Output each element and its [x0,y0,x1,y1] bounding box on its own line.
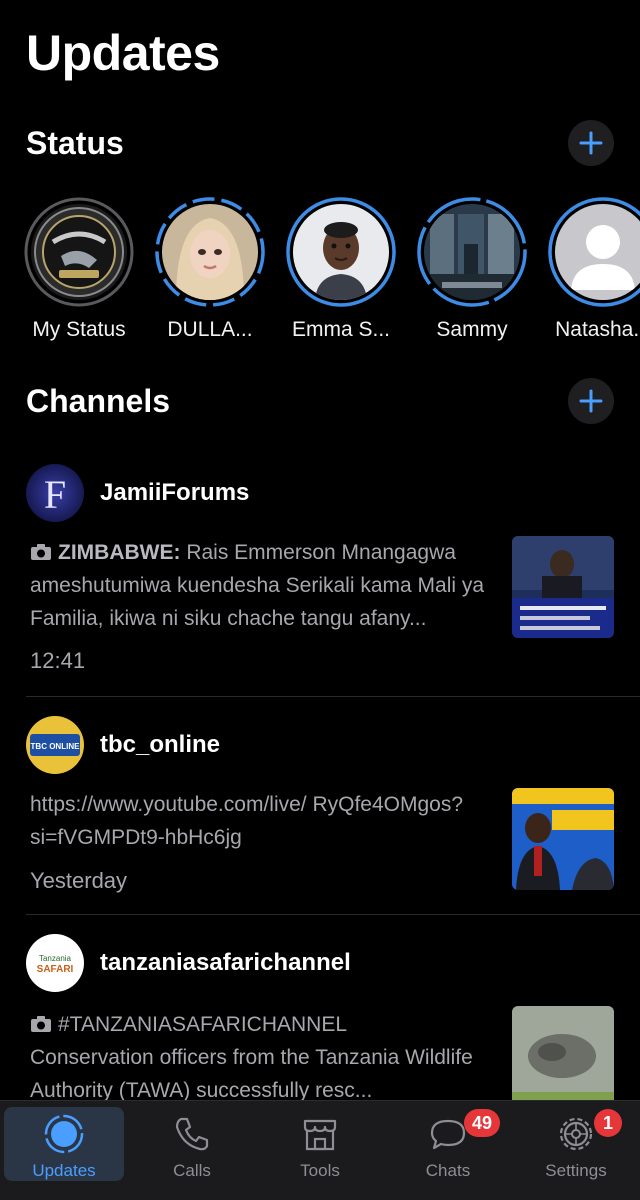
channel-item-tanzaniasafarichannel[interactable]: Tanzania SAFARI tanzaniasafarichannel #T… [0,934,640,1100]
status-name: My Status [32,318,126,341]
page-title: Updates [26,25,220,81]
status-item-dulla[interactable]: DULLA... [145,196,275,342]
divider [26,696,640,697]
channels-header: Channels [26,378,614,424]
phone-icon [175,1117,209,1151]
tab-label: Calls [173,1161,211,1180]
camera-icon [31,544,51,560]
chat-bubble-icon [430,1119,466,1150]
store-icon [303,1119,337,1151]
tab-settings[interactable]: 1 Settings [512,1101,640,1200]
add-status-button[interactable] [568,120,614,166]
channel-logo: Tanzania SAFARI [26,934,84,992]
status-name: Natasha... [555,318,640,341]
message-thumbnail [512,536,614,638]
svg-text:SAFARI: SAFARI [37,964,74,975]
channel-logo: TBC ONLINE [26,716,84,774]
avatar [555,204,640,300]
default-avatar-icon [555,204,640,300]
status-list: My Status DULLA... Emma S... Sammy Natas… [0,196,640,356]
tab-updates[interactable]: Updates [0,1101,128,1200]
add-channel-button[interactable] [568,378,614,424]
message-text: Conservation officers from the Tanzania … [30,1046,473,1100]
channel-message[interactable]: https://www.youtube.com/live/ RyQfe4OMgo… [30,788,490,854]
channel-message: ZIMBABWE: Rais Emmerson Mnangagwa ameshu… [30,536,500,635]
tab-chats[interactable]: 49 Chats [384,1101,512,1200]
status-name: Emma S... [291,318,391,341]
status-item-natasha[interactable]: Natasha... [538,196,640,342]
message-thumbnail [512,788,614,890]
status-item-my-status[interactable]: My Status [14,196,144,342]
svg-text:Tanzania: Tanzania [39,954,72,963]
avatar [293,204,389,300]
message-prefix: #TANZANIASAFARICHANNEL [58,1013,348,1036]
unread-badge: 49 [464,1109,501,1137]
avatar [162,204,258,300]
tab-label: Updates [32,1161,96,1180]
updates-icon [44,1114,84,1154]
channel-message: #TANZANIASAFARICHANNEL Conservation offic… [30,1008,500,1100]
plus-icon [579,131,603,155]
svg-text:TBC ONLINE: TBC ONLINE [31,742,81,751]
status-item-emma[interactable]: Emma S... [276,196,406,342]
status-header: Status [26,120,614,166]
channel-item-jamiiforums[interactable]: F JamiiForums ZIMBABWE: Rais Emmerson Mn… [0,464,640,696]
tab-label: Settings [545,1161,607,1180]
status-item-sammy[interactable]: Sammy [407,196,537,342]
status-name: DULLA... [167,318,253,341]
plus-icon [579,389,603,413]
tab-label: Chats [425,1161,471,1180]
channel-name: JamiiForums [100,479,250,506]
status-section-title: Status [26,124,124,161]
channel-name: tbc_online [100,731,221,758]
channels-section-title: Channels [26,382,171,419]
notification-badge: 1 [594,1109,622,1137]
message-time: Yesterday [30,868,128,893]
channel-item-tbc-online[interactable]: TBC ONLINE tbc_online https://www.youtub… [0,716,640,912]
channel-logo: F [26,464,84,522]
tab-tools[interactable]: Tools [256,1101,384,1200]
status-name: Sammy [436,318,508,341]
tab-label: Tools [300,1161,340,1180]
tab-bar: Updates Calls Tools 49 Chats 1 Settings [0,1100,640,1200]
avatar [424,204,520,300]
divider [26,914,640,915]
camera-icon [31,1016,51,1032]
message-thumbnail [512,1006,614,1100]
svg-text:F: F [44,472,66,517]
gear-icon [559,1117,593,1151]
message-prefix: ZIMBABWE: [58,541,181,564]
channel-name: tanzaniasafarichannel [100,949,351,976]
tab-calls[interactable]: Calls [128,1101,256,1200]
avatar [31,204,127,300]
message-time: 12:41 [30,648,86,673]
